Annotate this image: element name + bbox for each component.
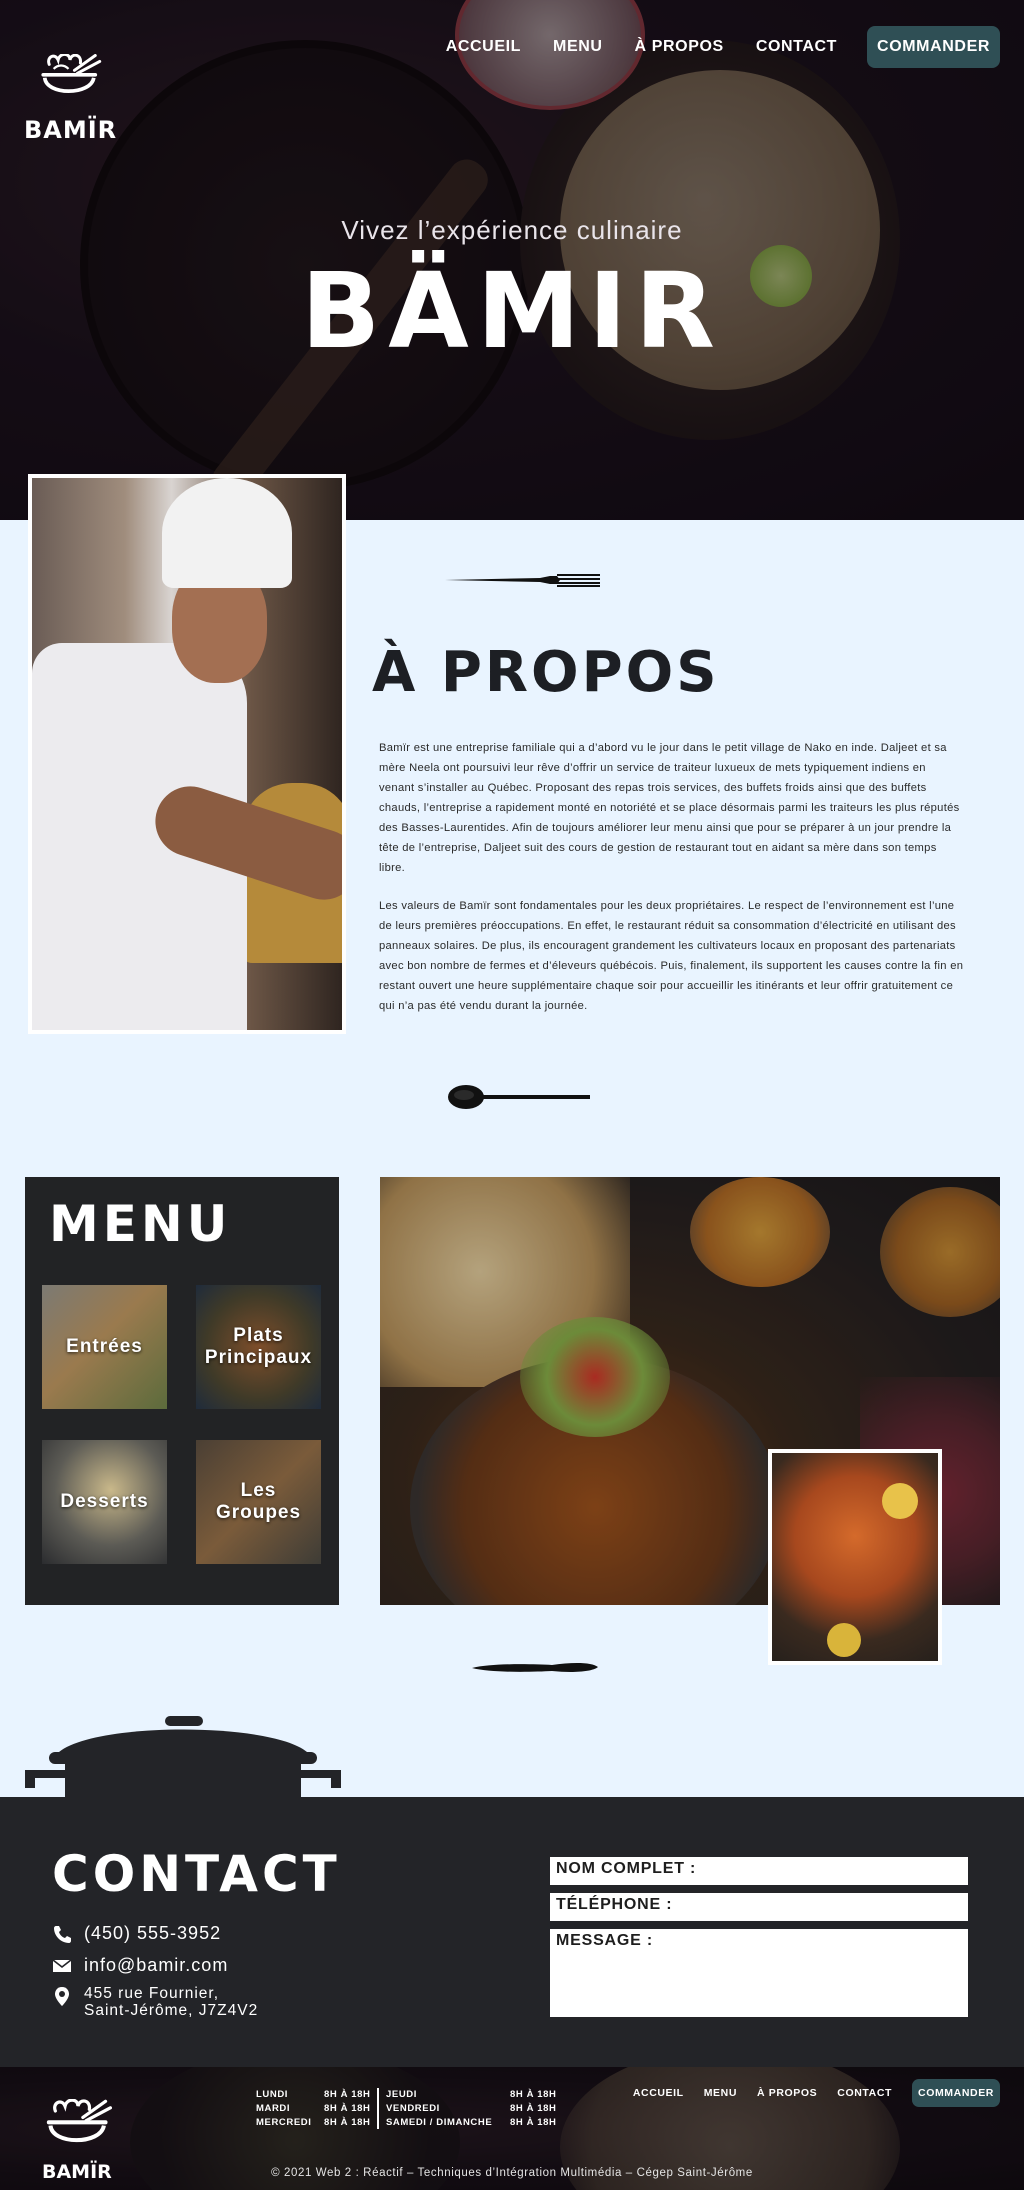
hours-time: 8H À 18H (510, 2103, 557, 2114)
footer-nav-a-propos[interactable]: À PROPOS (757, 2087, 817, 2099)
hours-day: MERCREDI (256, 2117, 312, 2128)
footer-logo-bowl-icon (46, 2099, 112, 2143)
logo-text: BAMÏR (24, 116, 118, 144)
chef-photo (28, 474, 346, 1034)
contact-email-text[interactable]: info@bamir.com (84, 1955, 228, 1976)
logo-bowl-icon (41, 54, 102, 93)
menu-title: MENU (49, 1195, 232, 1253)
footer-nav-menu[interactable]: MENU (704, 2087, 737, 2099)
contact-phone: (450) 555-3952 (52, 1923, 221, 1944)
footer-commander-button[interactable]: COMMANDER (912, 2079, 1000, 2107)
hours-day: LUNDI (256, 2089, 289, 2100)
spoon-divider-icon (448, 1085, 590, 1109)
menu-tile-plats-principaux[interactable]: Plats Principaux (196, 1285, 321, 1409)
footer-nav: ACCUEIL MENU À PROPOS CONTACT COMMANDER (633, 2079, 1000, 2107)
contact-phone-text[interactable]: (450) 555-3952 (84, 1923, 221, 1944)
nom-complet-field[interactable]: NOM COMPLET : (550, 1857, 968, 1885)
logo-link[interactable]: BAMÏR (24, 24, 124, 144)
opening-hours: LUNDI 8H À 18H MARDI 8H À 18H MERCREDI 8… (256, 2088, 560, 2129)
hours-time: 8H À 18H (510, 2089, 557, 2100)
hours-day: VENDREDI (386, 2103, 440, 2114)
contact-section: CONTACT (450) 555-3952 info@bamir.com 45… (0, 1797, 1024, 2067)
message-field[interactable]: MESSAGE : (550, 1929, 968, 2017)
menu-tile-entrees[interactable]: Entrées (42, 1285, 167, 1409)
contact-address-line2: Saint-Jérôme, J7Z4V2 (84, 2002, 259, 2019)
about-text: Bamïr est une entreprise familiale qui a… (379, 738, 964, 1016)
hours-day: JEUDI (386, 2089, 417, 2100)
hours-time: 8H À 18H (324, 2103, 371, 2114)
contact-address-line1: 455 rue Fournier, (84, 1985, 220, 2002)
menu-tile-desserts[interactable]: Desserts (42, 1440, 167, 1564)
hours-day: SAMEDI / DIMANCHE (386, 2117, 493, 2128)
footer: BAMÏR LUNDI 8H À 18H MARDI 8H À 18H MERC… (0, 2067, 1024, 2190)
main-nav: ACCUEIL MENU À PROPOS CONTACT COMMANDER (446, 26, 1000, 68)
contact-title: CONTACT (52, 1845, 341, 1903)
contact-address: 455 rue Fournier, Saint-Jérôme, J7Z4V2 (52, 1985, 258, 2019)
hours-divider (377, 2088, 386, 2129)
hours-day: MARDI (256, 2103, 291, 2114)
nav-menu[interactable]: MENU (553, 38, 603, 56)
curry-photo-lemon (882, 1483, 918, 1519)
pot-illustration-icon (25, 1716, 341, 1798)
copyright: © 2021 Web 2 : Réactif – Techniques d’In… (271, 2167, 753, 2179)
contact-email: info@bamir.com (52, 1955, 228, 1976)
curry-photo (768, 1449, 942, 1665)
hours-time: 8H À 18H (324, 2089, 371, 2100)
hero-brand-name: BÄMIR (300, 250, 724, 372)
about-title: À PROPOS (372, 640, 720, 705)
fork-divider-icon (445, 574, 600, 587)
hours-time: 8H À 18H (324, 2117, 371, 2128)
nav-contact[interactable]: CONTACT (756, 38, 837, 56)
mail-icon (52, 1959, 72, 1972)
knife-divider-icon (472, 1662, 598, 1672)
location-pin-icon (55, 1987, 69, 2006)
phone-icon (54, 1926, 71, 1943)
footer-nav-accueil[interactable]: ACCUEIL (633, 2087, 684, 2099)
about-paragraph-2: Les valeurs de Bamïr sont fondamentales … (379, 900, 964, 1012)
nav-a-propos[interactable]: À PROPOS (635, 38, 724, 56)
commander-button[interactable]: COMMANDER (867, 26, 1000, 68)
menu-tile-les-groupes[interactable]: Les Groupes (196, 1440, 321, 1564)
telephone-field[interactable]: TÉLÉPHONE : (550, 1893, 968, 1921)
footer-nav-contact[interactable]: CONTACT (837, 2087, 892, 2099)
curry-photo-lemon-2 (827, 1623, 861, 1657)
nav-accueil[interactable]: ACCUEIL (446, 38, 521, 56)
chef-photo-hat (162, 478, 292, 588)
hero-tagline: Vivez l’expérience culinaire (341, 215, 683, 245)
hours-time: 8H À 18H (510, 2117, 557, 2128)
menu-panel: MENU Entrées Plats Principaux Desserts L… (25, 1177, 339, 1605)
hero-section: BAMÏR ACCUEIL MENU À PROPOS CONTACT COMM… (0, 0, 1024, 520)
about-paragraph-1: Bamïr est une entreprise familiale qui a… (379, 742, 960, 874)
